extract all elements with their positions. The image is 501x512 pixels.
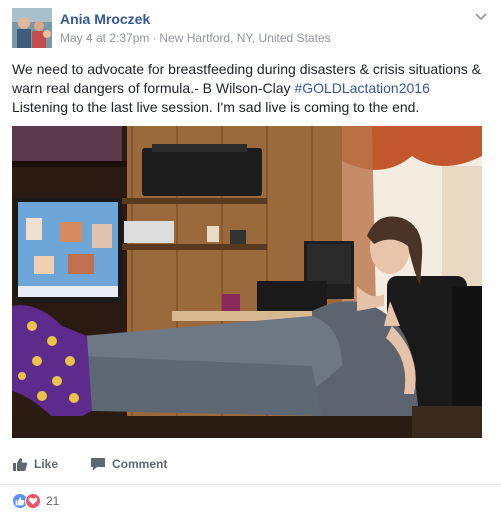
like-label: Like [34,457,59,471]
author-name[interactable]: Ania Mroczek [60,11,150,27]
post-card: Ania Mroczek May 4 at 2:37pm · New Hartfor… [0,0,501,512]
reactions-summary[interactable]: 21 [12,492,59,510]
author-avatar[interactable] [12,8,52,48]
chevron-down-icon[interactable] [473,8,489,24]
post-text-line: We need to advocate for breastfeeding du… [12,61,481,77]
post-meta: May 4 at 2:37pm · New Hartford, NY, United… [60,31,331,45]
reaction-count: 21 [46,494,60,508]
comment-icon [90,456,106,472]
post-text: We need to advocate for breastfeeding du… [12,60,492,117]
meta-separator: · [152,31,157,45]
love-icon [25,493,41,509]
divider [0,484,501,485]
comment-button[interactable]: Comment [90,452,167,476]
comment-label: Comment [112,457,168,471]
post-header: Ania Mroczek May 4 at 2:37pm · New Hartfor… [12,8,489,48]
post-date[interactable]: May 4 at 2:37pm [60,31,149,45]
post-text-line: warn real dangers of formula.- B Wilson-… [12,79,492,98]
post-actions: Like Comment [12,452,489,476]
post-photo[interactable] [12,126,482,438]
post-text-segment: warn real dangers of formula.- B Wilson-… [12,80,295,96]
thumbs-up-icon [12,456,28,472]
like-button[interactable]: Like [12,452,58,476]
hashtag-link[interactable]: #GOLDLactation2016 [294,80,429,96]
post-text-line: Listening to the last live session. I'm … [12,99,420,115]
post-location[interactable]: New Hartford, NY, United States [159,31,330,45]
